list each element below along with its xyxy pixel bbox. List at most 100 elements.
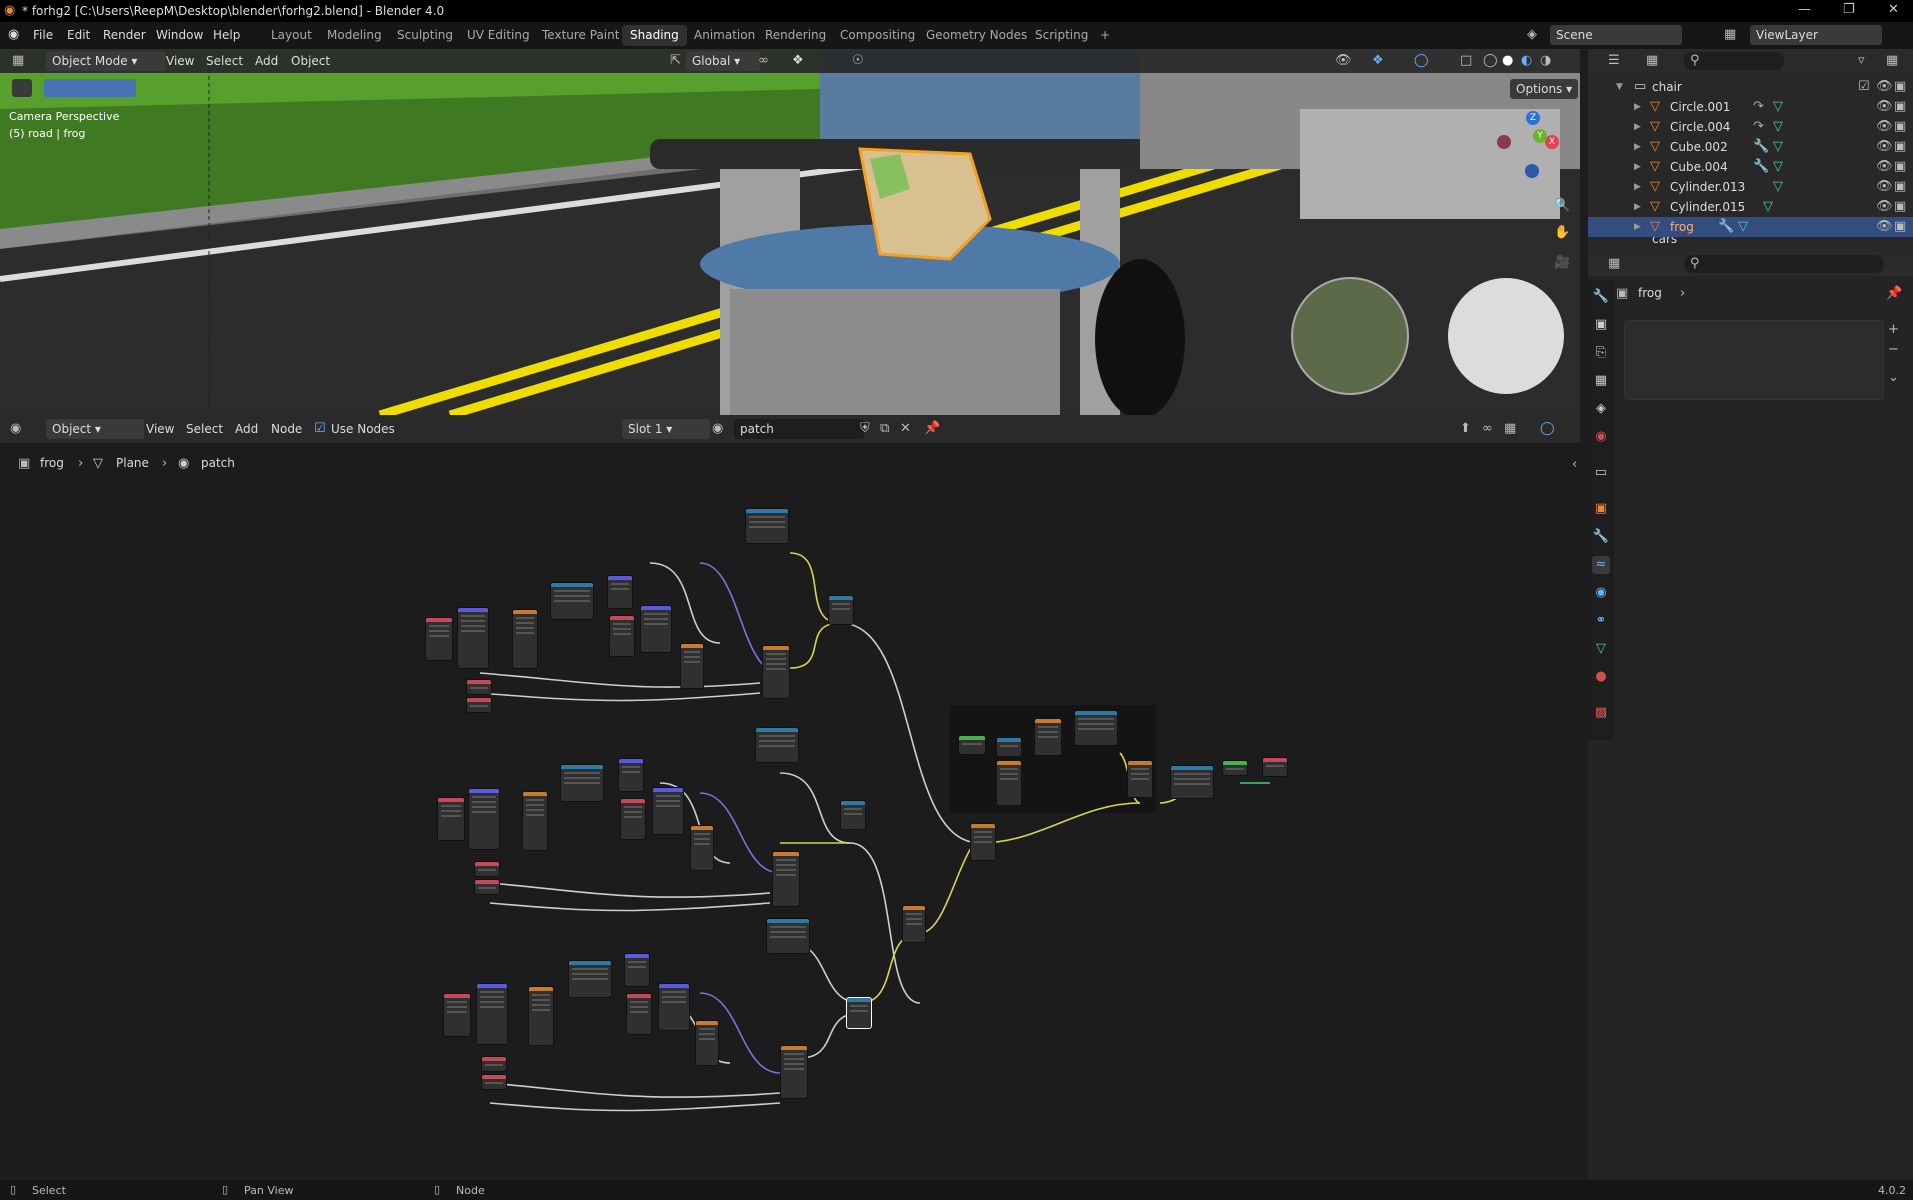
shader-node[interactable] [658, 983, 690, 1031]
expand-triangle-icon[interactable]: ▶ [1634, 197, 1641, 217]
shader-node[interactable] [970, 823, 996, 861]
menu-file[interactable]: File [33, 28, 53, 42]
camera-render-icon[interactable]: ▣ [1894, 179, 1906, 195]
world-tab-icon[interactable]: ◉ [1592, 428, 1610, 446]
node-menu-view[interactable]: View [140, 419, 180, 439]
shader-node[interactable] [609, 615, 635, 657]
filter-icon[interactable]: ▿ [1858, 53, 1865, 69]
camera-render-icon[interactable]: ▣ [1894, 119, 1906, 135]
shader-node[interactable] [466, 697, 492, 713]
shader-node[interactable] [522, 791, 548, 851]
tab-sculpting[interactable]: Sculpting [389, 25, 461, 46]
overlay-toggle-icon[interactable]: ◯ [1540, 421, 1555, 437]
shader-node[interactable] [466, 679, 492, 695]
menu-edit[interactable]: Edit [67, 28, 90, 42]
object-tab-icon[interactable]: ▣ [1592, 500, 1610, 518]
outliner-item-circle-004[interactable]: ▶ ▽ Circle.004 ↷ ▽ 👁 ▣ [1588, 117, 1913, 137]
exclude-checkbox-icon[interactable]: ☑ [1858, 79, 1870, 95]
tab-geometry-nodes[interactable]: Geometry Nodes [918, 25, 1035, 46]
camera-render-icon[interactable]: ▣ [1894, 219, 1906, 235]
snap-icon[interactable]: ∞ [1482, 421, 1493, 437]
outliner-collection-chair[interactable]: ▼ ▭ chair ☑ 👁 ▣ [1588, 77, 1913, 97]
eye-icon[interactable]: 👁 [1876, 219, 1893, 235]
xray-icon[interactable]: □ [1460, 53, 1472, 69]
shading-rendered-icon[interactable]: ◑ [1540, 53, 1551, 69]
camera-render-icon[interactable]: ▣ [1894, 139, 1906, 155]
gizmo-z-axis[interactable]: Z [1526, 111, 1540, 125]
sidebar-toggle-icon[interactable]: ‹ [1572, 457, 1577, 473]
shader-node[interactable] [1127, 760, 1153, 798]
shader-node[interactable] [996, 737, 1022, 757]
shader-node-editor[interactable]: ◉ Object ▾ View Select Add Node ☑ Use No… [0, 415, 1580, 1180]
duplicate-material-icon[interactable]: ⧉ [880, 421, 889, 437]
collection-tab-icon[interactable]: ▭ [1592, 464, 1610, 482]
shader-node[interactable] [902, 905, 926, 943]
outliner-item-frog[interactable]: ▶ ▽ frog 🔧 ▽ 👁 ▣ [1588, 217, 1913, 237]
outliner-item-circle-001[interactable]: ▶ ▽ Circle.001 ↷ ▽ 👁 ▣ [1588, 97, 1913, 117]
slot-dropdown[interactable]: Slot 1 ▾ [622, 419, 710, 439]
shader-node[interactable] [1074, 710, 1118, 746]
shader-node[interactable] [560, 764, 604, 802]
material-output-node[interactable] [1262, 757, 1288, 777]
eye-icon[interactable]: 👁 [1876, 119, 1893, 135]
collapse-triangle-icon[interactable]: ▼ [1616, 77, 1623, 97]
pan-hand-icon[interactable]: ✋ [1554, 225, 1570, 241]
selection-mode-buttons[interactable] [44, 79, 136, 97]
output-tab-icon[interactable]: ⎘ [1592, 344, 1610, 362]
shader-node[interactable] [528, 986, 554, 1046]
shader-node[interactable] [745, 508, 789, 544]
display-mode-icon[interactable]: ▦ [1646, 53, 1658, 69]
shader-node[interactable] [695, 1020, 719, 1066]
chevron-down-icon[interactable]: ⌄ [1888, 370, 1899, 386]
constraints-tab-icon[interactable]: ⚭ [1592, 612, 1610, 630]
close-button[interactable]: ✕ [1888, 2, 1899, 17]
shader-node[interactable] [1170, 765, 1214, 799]
pin-icon[interactable]: 📌 [924, 421, 940, 437]
shader-node[interactable] [474, 879, 500, 895]
zoom-icon[interactable]: 🔍 [1554, 198, 1570, 214]
expand-triangle-icon[interactable]: ▶ [1634, 117, 1641, 137]
tab-uv-editing[interactable]: UV Editing [459, 25, 538, 46]
fake-user-shield-icon[interactable]: ⛨ [860, 421, 870, 437]
visibility-icon[interactable]: 👁 [1335, 53, 1352, 69]
texture-tab-icon[interactable]: ▩ [1592, 704, 1610, 722]
orientation-dropdown[interactable]: Global ▾ [686, 51, 760, 71]
shader-node[interactable] [476, 983, 508, 1045]
shader-node[interactable] [690, 825, 714, 871]
proportional-edit-icon[interactable]: ☉ [852, 53, 864, 69]
eye-icon[interactable]: 👁 [1876, 99, 1893, 115]
shader-node[interactable] [618, 758, 644, 792]
camera-render-icon[interactable]: ▣ [1894, 99, 1906, 115]
shader-node[interactable] [996, 760, 1022, 806]
render-tab-icon[interactable]: ▣ [1592, 316, 1610, 334]
camera-render-icon[interactable]: ▣ [1894, 199, 1906, 215]
outliner-editor-icon[interactable]: ☰ [1608, 53, 1620, 69]
outliner-item-cylinder-015[interactable]: ▶ ▽ Cylinder.015 ▽ 👁 ▣ [1588, 197, 1913, 217]
tab-modeling[interactable]: Modeling [319, 25, 390, 46]
shader-node[interactable] [652, 787, 684, 835]
parent-node-tree-icon[interactable]: ⬆ [1460, 421, 1471, 437]
shader-node[interactable] [640, 605, 672, 653]
data-tab-icon[interactable]: ▽ [1592, 640, 1610, 658]
material-tab-icon[interactable]: ● [1592, 668, 1610, 686]
expand-triangle-icon[interactable]: ▶ [1634, 157, 1641, 177]
view-layer-tab-icon[interactable]: ▦ [1592, 372, 1610, 390]
modifier-tab-icon[interactable]: 🔧 [1592, 528, 1610, 546]
shader-node[interactable] [425, 617, 453, 661]
shader-node[interactable] [762, 645, 790, 699]
modifier-list-panel[interactable] [1624, 320, 1884, 400]
shader-node[interactable] [766, 918, 810, 954]
expand-triangle-icon[interactable]: ▶ [1634, 137, 1641, 157]
shader-node[interactable] [481, 1056, 507, 1072]
physics-tab-icon[interactable]: ◉ [1592, 584, 1610, 602]
menu-help[interactable]: Help [213, 28, 240, 42]
material-browse-icon[interactable]: ◉ [712, 421, 723, 437]
outliner-item-cube-004[interactable]: ▶ ▽ Cube.004 🔧 ▽ 👁 ▣ [1588, 157, 1913, 177]
shader-type-dropdown[interactable]: Object ▾ [46, 419, 144, 439]
node-menu-add[interactable]: Add [229, 419, 264, 439]
shader-node[interactable] [780, 1045, 808, 1099]
menu-render[interactable]: Render [103, 28, 146, 42]
shader-node[interactable] [840, 800, 866, 830]
editor-type-icon[interactable]: ▦ [12, 53, 24, 69]
snap-icon[interactable]: ❖ [792, 53, 804, 69]
